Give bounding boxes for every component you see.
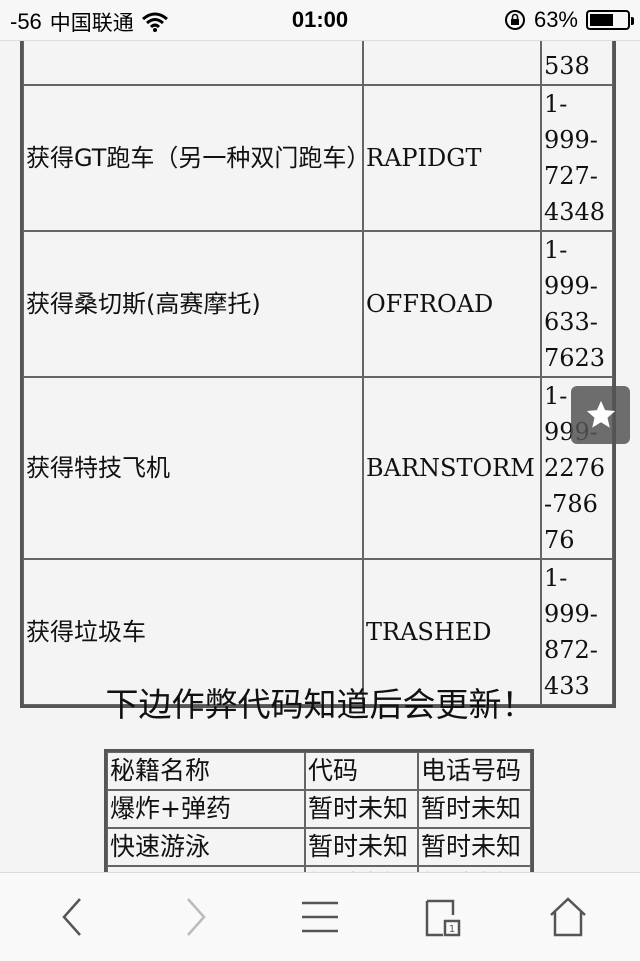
home-button[interactable] <box>528 873 608 961</box>
cheat-phone-cell: 1-999-727-4348 <box>541 85 613 231</box>
page-content: 538 获得GT跑车（另一种双门跑车） RAPIDGT 1-999-727-4348 获… <box>0 0 640 872</box>
battery-icon <box>586 10 634 30</box>
cheat-code-cell: BARNSTORM <box>363 377 541 559</box>
table-row: 获得桑切斯(高赛摩托) OFFROAD 1-999-633-7623 <box>23 231 613 377</box>
table-cell: 暂时未知 <box>305 790 418 828</box>
table-cell: 爆炸+弹药 <box>107 790 305 828</box>
cheat-name-cell: 获得特技飞机 <box>23 377 363 559</box>
table-row: 获得GT跑车（另一种双门跑车） RAPIDGT 1-999-727-4348 <box>23 85 613 231</box>
favorite-button[interactable] <box>571 386 630 444</box>
cheat-phone-cell: 1-999-633-7623 <box>541 231 613 377</box>
table-header-row: 秘籍名称 代码 电话号码 <box>107 752 531 790</box>
table-row: 获得特技飞机BARNSTORM1-999-2276-78676 <box>23 377 613 559</box>
column-header: 电话号码 <box>418 752 531 790</box>
table-cell: 暂时未知 <box>305 828 418 866</box>
pending-cheats-table: 秘籍名称代码电话号码爆炸+弹药暂时未知暂时未知快速游泳暂时未知暂时未知暂时未知暂… <box>104 749 534 872</box>
tabs-icon: 1 <box>425 899 461 937</box>
menu-icon <box>302 901 338 933</box>
cheat-name-cell: 获得GT跑车（另一种双门跑车） <box>23 85 370 231</box>
table-cell: 快速游泳 <box>107 828 305 866</box>
cheat-name-cell: 获得桑切斯(高赛摩托) <box>23 231 363 377</box>
chevron-right-icon <box>187 898 206 936</box>
menu-button[interactable] <box>280 873 360 961</box>
update-note: 下边作弊代码知道后会更新！ <box>105 685 535 724</box>
forward-button[interactable] <box>156 873 236 961</box>
column-header: 代码 <box>305 752 418 790</box>
cheats-table: 538 获得GT跑车（另一种双门跑车） RAPIDGT 1-999-727-4348 获… <box>20 0 616 708</box>
star-icon <box>586 400 615 428</box>
home-icon <box>550 897 586 937</box>
table-row: 快速游泳 暂时未知 暂时未知 <box>107 828 531 866</box>
table-cell: 暂时未知 <box>418 828 531 866</box>
cheat-code-cell: RAPIDGT <box>363 85 541 231</box>
status-bar: -56 中国联通 01:00 63% <box>0 0 640 41</box>
column-header: 秘籍名称 <box>107 752 305 790</box>
rotation-lock-icon <box>504 10 525 30</box>
svg-text:1: 1 <box>449 924 455 935</box>
back-button[interactable] <box>32 873 112 961</box>
battery-percent: 63% <box>533 7 578 32</box>
cheat-code-cell: OFFROAD <box>363 231 541 377</box>
table-row: 爆炸+弹药 暂时未知 暂时未知 <box>107 790 531 828</box>
tabs-button[interactable]: 1 <box>404 873 484 961</box>
browser-toolbar: 1 <box>0 872 640 961</box>
chevron-left-icon <box>62 898 81 936</box>
table-cell: 暂时未知 <box>418 790 531 828</box>
